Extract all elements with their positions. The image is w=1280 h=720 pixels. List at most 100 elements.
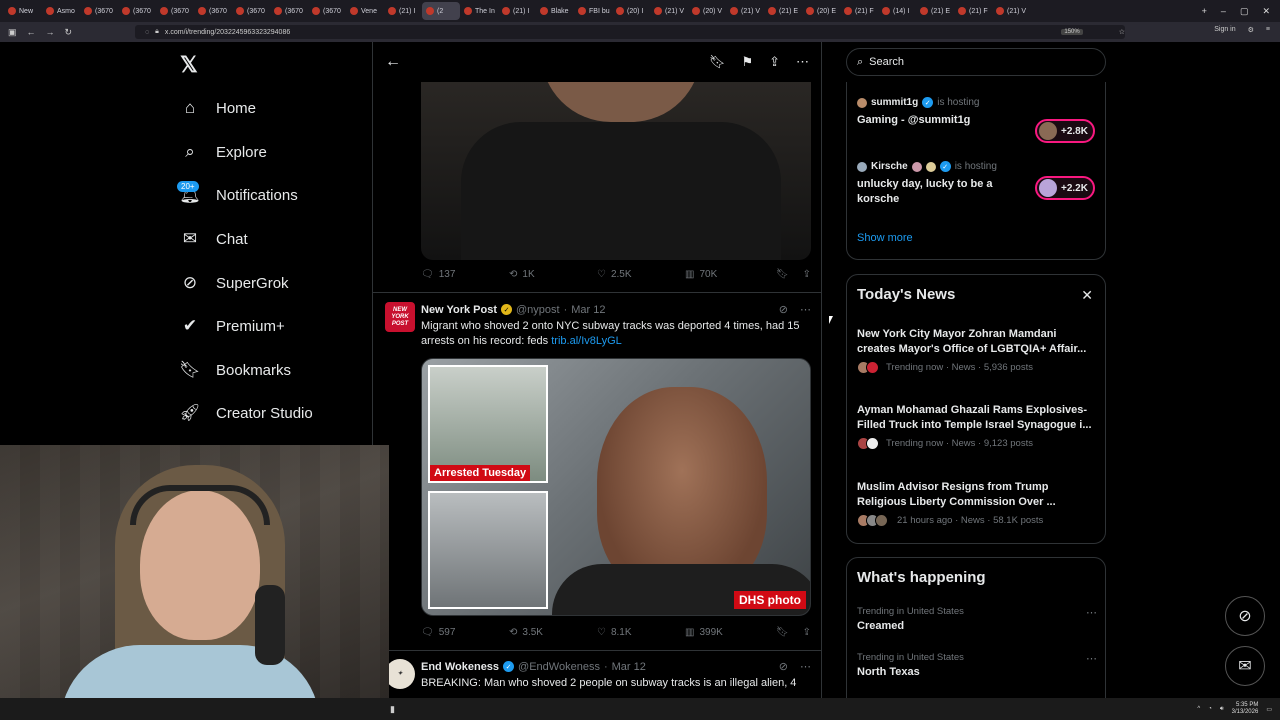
back-icon[interactable]: ← bbox=[27, 27, 36, 37]
zoom-level[interactable]: 150% bbox=[1061, 29, 1083, 35]
live-host-item[interactable]: Kirsche ✓ is hosting unlucky day, lucky to… bbox=[857, 161, 1097, 207]
more-icon[interactable]: ⋯ bbox=[800, 660, 811, 673]
post-link[interactable]: trib.al/Iv8LyGL bbox=[551, 335, 622, 347]
sidebar-item-explore[interactable]: ⌕ Explore bbox=[180, 142, 267, 162]
news-item[interactable]: Muslim Advisor Resigns from Trump Religi… bbox=[857, 480, 1097, 527]
bookmark-icon[interactable]: 🔖︎ bbox=[776, 269, 789, 280]
trend-item[interactable]: Trending in United States North Texas ⋯ bbox=[857, 652, 1097, 678]
sidebar-item-creator-studio[interactable]: 🚀︎ Creator Studio bbox=[179, 403, 313, 423]
browser-tab[interactable]: (20) V bbox=[688, 2, 726, 20]
repost-button[interactable]: ⟲ 3.5K bbox=[509, 627, 597, 638]
like-button[interactable]: ♡ 8.1K bbox=[597, 627, 685, 638]
more-icon[interactable]: ⋯ bbox=[800, 303, 811, 316]
browser-tab[interactable]: (21) E bbox=[916, 2, 954, 20]
live-count-pill[interactable]: +2.8K bbox=[1035, 119, 1095, 143]
browser-tab[interactable]: (3670 bbox=[156, 2, 194, 20]
sidebar-item-bookmarks[interactable]: 🔖︎ Bookmarks bbox=[179, 360, 291, 380]
browser-tab[interactable]: (3670 bbox=[308, 2, 346, 20]
browser-tab[interactable]: (20) I bbox=[612, 2, 650, 20]
messages-fab[interactable]: ✉ bbox=[1225, 646, 1265, 686]
live-host-item[interactable]: summit1g ✓ is hosting Gaming - @summit1g +… bbox=[857, 97, 1097, 143]
author-name[interactable]: New York Post bbox=[421, 304, 497, 316]
browser-tab[interactable]: (20) E bbox=[802, 2, 840, 20]
browser-tab[interactable]: Asmo bbox=[42, 2, 80, 20]
browser-tab[interactable]: Vene bbox=[346, 2, 384, 20]
grok-icon[interactable]: ⊘ bbox=[779, 660, 788, 673]
bookmark-icon[interactable]: 🔖︎ bbox=[776, 627, 789, 638]
avatar[interactable]: NEW YORK POST bbox=[385, 302, 415, 332]
browser-tab[interactable]: (21) E bbox=[764, 2, 802, 20]
more-icon[interactable]: ⋯ bbox=[1086, 606, 1097, 619]
browser-tab[interactable]: (14) I bbox=[878, 2, 916, 20]
browser-tab[interactable]: (21) I bbox=[498, 2, 536, 20]
views-button[interactable]: ▥ 399K bbox=[685, 627, 773, 638]
avatar[interactable]: ✦ bbox=[385, 659, 415, 689]
news-item[interactable]: New York City Mayor Zohran Mamdani creat… bbox=[857, 327, 1097, 374]
browser-tab[interactable]: (3670 bbox=[232, 2, 270, 20]
forward-icon[interactable]: → bbox=[46, 27, 55, 37]
more-icon[interactable]: ⋯ bbox=[796, 54, 809, 70]
show-more-link[interactable]: Show more bbox=[857, 232, 913, 244]
grok-icon[interactable]: ⊘ bbox=[779, 303, 788, 316]
bookmark-star-icon[interactable]: ☆ bbox=[1119, 28, 1125, 36]
author-name[interactable]: End Wokeness bbox=[421, 661, 499, 673]
sidebar-item-chat[interactable]: ✉ Chat bbox=[180, 229, 248, 249]
browser-tab[interactable]: New bbox=[4, 2, 42, 20]
live-count-pill[interactable]: +2.2K bbox=[1035, 176, 1095, 200]
volume-icon[interactable]: 🔊︎ bbox=[1220, 706, 1224, 713]
browser-tab[interactable]: (21) I bbox=[384, 2, 422, 20]
browser-tab[interactable]: (3670 bbox=[80, 2, 118, 20]
browser-tab[interactable]: (21) V bbox=[992, 2, 1030, 20]
network-icon[interactable]: ◔ bbox=[1208, 706, 1212, 712]
browser-tab[interactable]: (3670 bbox=[270, 2, 308, 20]
more-icon[interactable]: ⋯ bbox=[1086, 652, 1097, 665]
browser-tab[interactable]: (21) F bbox=[840, 2, 878, 20]
extensions-icon[interactable]: ⚙ bbox=[1248, 26, 1254, 34]
share-icon[interactable]: ⇪ bbox=[803, 627, 811, 638]
sidebar-toggle-icon[interactable]: ▣ bbox=[8, 27, 17, 38]
maximize-button[interactable]: ▢ bbox=[1240, 6, 1249, 17]
browser-tab[interactable]: (3670 bbox=[194, 2, 232, 20]
like-button[interactable]: ♡ 2.5K bbox=[597, 269, 685, 280]
author-handle[interactable]: @EndWokeness bbox=[518, 661, 600, 673]
post-date[interactable]: Mar 12 bbox=[612, 661, 646, 673]
tray-chevron-icon[interactable]: ^ bbox=[1197, 706, 1200, 712]
share-icon[interactable]: ⇪ bbox=[769, 54, 780, 70]
sidebar-item-supergrok[interactable]: ⊘ SuperGrok bbox=[180, 273, 289, 293]
signin-button[interactable]: Sign in bbox=[1214, 26, 1235, 34]
views-button[interactable]: ▥ 70K bbox=[685, 269, 773, 280]
bookmark-icon[interactable]: 🔖︎ bbox=[709, 54, 726, 70]
trend-item[interactable]: Trending in United States Creamed ⋯ bbox=[857, 606, 1097, 632]
address-bar[interactable]: ◌ 🔒︎ x.com/i/trending/203224596332329408… bbox=[135, 25, 1125, 39]
browser-tab[interactable]: (21) F bbox=[954, 2, 992, 20]
minimize-button[interactable]: – bbox=[1221, 6, 1226, 17]
browser-tab[interactable]: (2 bbox=[422, 2, 460, 20]
post-image[interactable] bbox=[421, 82, 811, 260]
browser-tab[interactable]: (21) V bbox=[650, 2, 688, 20]
post-date[interactable]: Mar 12 bbox=[571, 304, 605, 316]
post-image[interactable]: Arrested Tuesday DHS photo bbox=[421, 358, 811, 616]
menu-icon[interactable]: ≡ bbox=[1266, 26, 1270, 34]
back-arrow-icon[interactable]: ← bbox=[385, 53, 401, 71]
sidebar-item-home[interactable]: ⌂ Home bbox=[180, 98, 256, 118]
search-input[interactable]: ⌕ Search bbox=[846, 48, 1106, 76]
browser-tab[interactable]: The In bbox=[460, 2, 498, 20]
reply-button[interactable]: 🗨︎ 137 bbox=[421, 269, 509, 280]
browser-tab[interactable]: FBI bu bbox=[574, 2, 612, 20]
repost-button[interactable]: ⟲ 1K bbox=[509, 269, 597, 280]
close-icon[interactable]: ✕ bbox=[1081, 287, 1093, 304]
browser-tab[interactable]: (3670 bbox=[118, 2, 156, 20]
clock[interactable]: 5:35 PM 3/13/2026 bbox=[1232, 702, 1259, 716]
close-window-button[interactable]: ✕ bbox=[1262, 6, 1270, 17]
browser-tab[interactable]: (21) V bbox=[726, 2, 764, 20]
x-logo-icon[interactable]: 𝕏 bbox=[180, 52, 198, 78]
share-icon[interactable]: ⇪ bbox=[803, 269, 811, 280]
taskbar-app-icon[interactable]: ▮ bbox=[390, 704, 395, 715]
new-tab-button[interactable]: + bbox=[1202, 6, 1207, 17]
notification-icon[interactable]: ▭ bbox=[1266, 706, 1272, 713]
browser-tab[interactable]: Blake bbox=[536, 2, 574, 20]
reply-button[interactable]: 🗨︎ 597 bbox=[421, 627, 509, 638]
news-item[interactable]: Ayman Mohamad Ghazali Rams Explosives-Fi… bbox=[857, 403, 1097, 450]
author-handle[interactable]: @nypost bbox=[516, 304, 560, 316]
reload-icon[interactable]: ↻ bbox=[65, 27, 73, 38]
